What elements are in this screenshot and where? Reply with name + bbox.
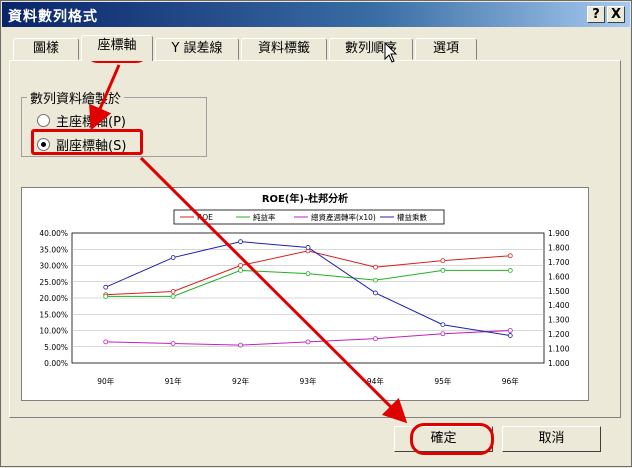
- arrow-radio-to-ok: [139, 156, 408, 424]
- dialog-window: 資料數列格式 ? X 圖樣 座標軸 Y 誤差線 資料標籤 數列順序 選項 數列資…: [0, 0, 632, 467]
- mouse-cursor-icon: [384, 41, 398, 63]
- arrow-tab-to-radio: [89, 64, 121, 131]
- tab-axis[interactable]: 座標軸: [81, 35, 153, 61]
- annotation-arrows: [89, 41, 408, 424]
